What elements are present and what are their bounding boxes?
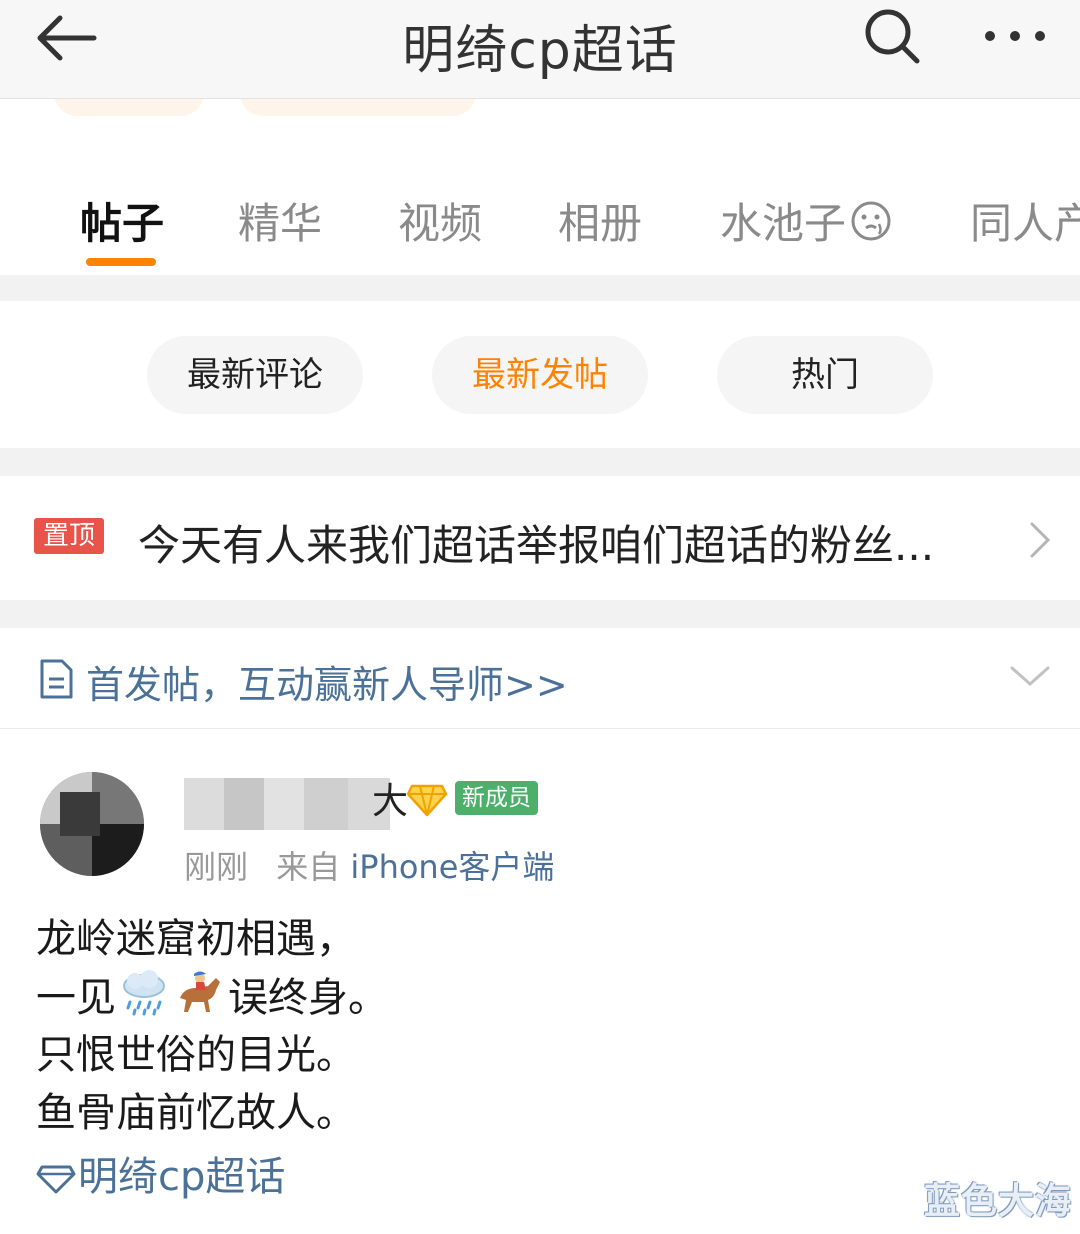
tab-videos[interactable]: 视频: [398, 190, 482, 251]
username-tail: 大: [372, 781, 409, 822]
topic-link-text: 明绮cp超话: [78, 1154, 286, 1200]
post-meta: 刚刚 来自 iPhone客户端: [184, 842, 554, 888]
section-divider: [0, 600, 1080, 628]
post-line: 一见 误终身。: [36, 968, 1036, 1026]
post-source[interactable]: iPhone客户端: [350, 848, 554, 886]
tip-text: 首发帖，互动赢新人导师>>: [86, 663, 568, 707]
search-icon: [865, 9, 920, 64]
post-line: 只恨世俗的目光。: [36, 1032, 356, 1078]
chevron-right-icon: [1030, 522, 1051, 558]
post-line-text: 一见: [36, 975, 116, 1021]
tab-fan-works[interactable]: 同人产: [970, 190, 1080, 251]
diamond-badge-icon: [406, 784, 448, 817]
post-source-prefix: 来自: [276, 848, 341, 886]
search-button[interactable]: [862, 6, 922, 66]
member-badge: 新成员: [455, 781, 538, 815]
content-tabs: 帖子 精华 视频 相册 水池子 同人产: [0, 160, 1080, 275]
tab-water-pool[interactable]: 水池子: [720, 190, 892, 252]
topic-link[interactable]: 明绮cp超话: [36, 1144, 285, 1202]
section-divider: [0, 448, 1080, 476]
avatar[interactable]: [40, 772, 144, 876]
username-blurred[interactable]: [184, 778, 390, 830]
post-time: 刚刚: [184, 848, 249, 886]
more-button[interactable]: [980, 12, 1050, 62]
tab-posts[interactable]: 帖子: [80, 190, 164, 251]
post-line: 龙岭迷窟初相遇，: [36, 916, 356, 962]
water-face-icon: [850, 200, 892, 252]
active-tab-indicator: [86, 258, 156, 266]
watermark: 蓝色大海: [924, 1181, 1073, 1222]
tab-featured[interactable]: 精华: [238, 190, 322, 251]
top-bar: 明绮cp超话: [0, 0, 1080, 99]
post-content: 龙岭迷窟初相遇， 一见 误终身。 只恨世俗的目光。 鱼骨庙前忆故人。: [36, 910, 1036, 1142]
tab-albums[interactable]: 相册: [558, 190, 642, 251]
pinned-post-title: 今天有人来我们超话举报咱们超话的粉丝...: [138, 521, 935, 570]
sort-hot-button[interactable]: 热门: [717, 336, 933, 414]
pinned-post-row[interactable]: 置顶 今天有人来我们超话举报咱们超话的粉丝...: [0, 478, 1080, 600]
document-icon: [40, 659, 73, 699]
horse-racing-icon: [174, 968, 226, 1032]
pinned-badge: 置顶: [34, 518, 104, 554]
sort-latest-post-button[interactable]: 最新发帖: [432, 336, 648, 414]
section-divider: [0, 275, 1080, 301]
more-dots-icon: [985, 31, 1045, 41]
new-member-tip[interactable]: 首发帖，互动赢新人导师>>: [0, 630, 1080, 729]
post-line: 鱼骨庙前忆故人。: [36, 1090, 356, 1136]
post-line-text: 误终身。: [228, 975, 388, 1021]
rain-cloud-icon: [118, 968, 170, 1032]
chevron-down-icon: [1010, 666, 1050, 687]
sort-latest-comment-button[interactable]: 最新评论: [147, 336, 363, 414]
diamond-outline-icon: [36, 1165, 76, 1194]
tab-water-pool-label: 水池子: [720, 199, 847, 248]
